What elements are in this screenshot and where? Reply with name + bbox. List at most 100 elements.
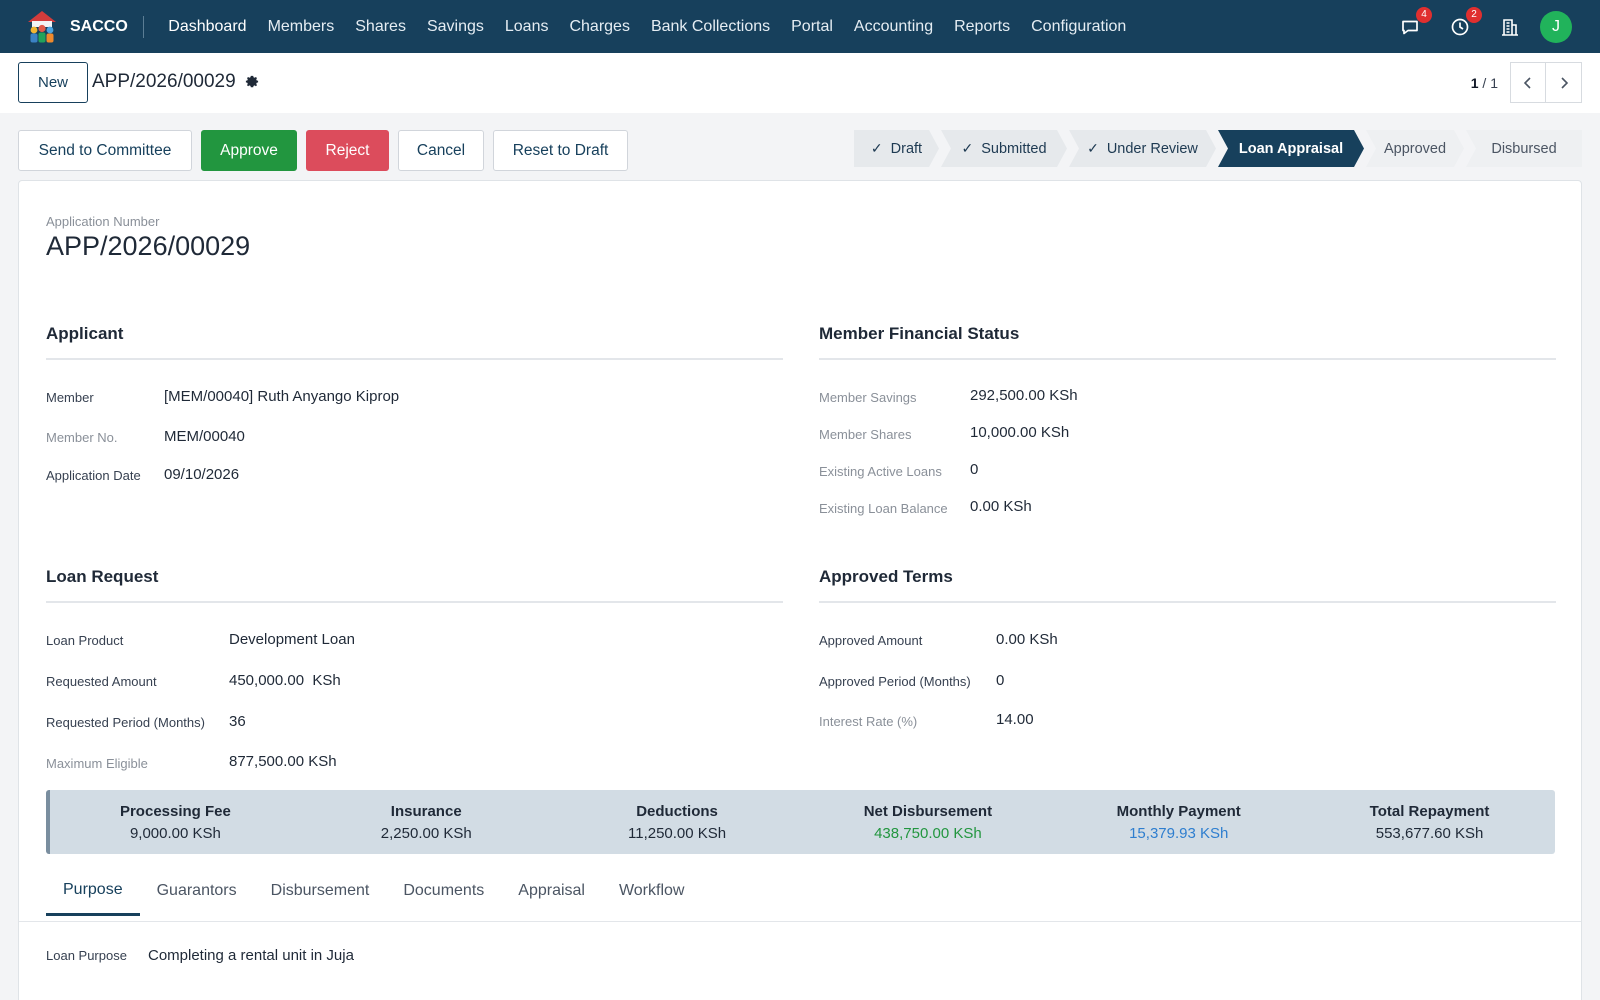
stage-draft[interactable]: ✓ Draft: [854, 130, 939, 167]
new-button[interactable]: New: [18, 62, 88, 103]
applicant-group: Applicant Member [MEM/00040] Ruth Anyang…: [46, 324, 783, 504]
member-field[interactable]: [MEM/00040] Ruth Anyango Kiprop: [164, 388, 399, 405]
loan-summary-banner: Processing Fee 9,000.00 KSh Insurance 2,…: [46, 790, 1555, 854]
summary-value: 438,750.00 KSh: [874, 824, 982, 842]
stage-disbursed[interactable]: Disbursed: [1466, 130, 1582, 167]
tab-purpose[interactable]: Purpose: [46, 866, 140, 916]
stage-submitted[interactable]: ✓ Submitted: [941, 130, 1067, 167]
stage-label: Approved: [1383, 140, 1447, 157]
summary-label: Total Repayment: [1369, 802, 1490, 820]
tab-appraisal[interactable]: Appraisal: [501, 866, 602, 916]
menu-loans[interactable]: Loans: [494, 18, 559, 36]
messages-button[interactable]: 4: [1398, 6, 1432, 39]
maximum-eligible-label: Maximum Eligible: [46, 756, 148, 771]
interest-rate-label: Interest Rate (%): [819, 714, 918, 729]
send-to-committee-button[interactable]: Send to Committee: [18, 130, 192, 171]
maximum-eligible-row: Maximum Eligible: [46, 756, 148, 771]
application-date-field[interactable]: 09/10/2026: [164, 466, 239, 483]
insurance-summary: Insurance 2,250.00 KSh: [301, 790, 552, 854]
approved-terms-group: Approved Terms Approved Amount 0.00 KSh …: [819, 567, 1556, 737]
menu-members[interactable]: Members: [257, 18, 345, 36]
gear-icon[interactable]: [244, 74, 260, 90]
stage-approved[interactable]: Approved: [1366, 130, 1464, 167]
menu-shares[interactable]: Shares: [345, 18, 417, 36]
menu-configuration[interactable]: Configuration: [1021, 18, 1137, 36]
shares-value: 10,000.00 KSh: [970, 424, 1070, 441]
loan-purpose-label: Loan Purpose: [46, 948, 127, 963]
currency-label: KSh: [312, 672, 341, 689]
requested-period-field[interactable]: 36: [229, 713, 246, 730]
reset-to-draft-button[interactable]: Reset to Draft: [493, 130, 628, 171]
pager: 1 / 1: [1471, 62, 1582, 103]
menu-savings[interactable]: Savings: [416, 18, 494, 36]
shares-label: Member Shares: [819, 427, 912, 442]
menu-dashboard[interactable]: Dashboard: [158, 18, 257, 36]
loan-purpose-field[interactable]: Completing a rental unit in Juja: [148, 947, 354, 964]
cancel-button[interactable]: Cancel: [398, 130, 484, 171]
approved-period-field[interactable]: 0: [996, 672, 1004, 689]
loan-product-row: Loan Product: [46, 633, 123, 648]
nav-right: 4 2 J: [1380, 0, 1572, 53]
application-date-label: Application Date: [46, 468, 141, 483]
loan-purpose-row: Loan Purpose Completing a rental unit in…: [46, 947, 354, 964]
approved-amount-field[interactable]: 0.00 KSh: [996, 631, 1058, 648]
breadcrumb: APP/2026/00029: [92, 71, 260, 93]
chevron-right-icon: [1560, 76, 1568, 89]
financial-status-group: Member Financial Status Member Savings 2…: [819, 324, 1556, 524]
menu-bank-collections[interactable]: Bank Collections: [640, 18, 780, 36]
menu-charges[interactable]: Charges: [559, 18, 640, 36]
reject-button[interactable]: Reject: [306, 130, 389, 171]
form-sheet: Application Number APP/2026/00029 Applic…: [18, 180, 1582, 1000]
approved-period-label: Approved Period (Months): [819, 674, 971, 689]
approved-amount-row: Approved Amount: [819, 633, 922, 648]
stage-under-review[interactable]: ✓ Under Review: [1069, 130, 1216, 167]
chevron-left-icon: [1523, 76, 1531, 89]
pager-value: 1 / 1: [1470, 74, 1498, 91]
loan-product-field[interactable]: Development Loan: [229, 631, 355, 648]
tab-workflow[interactable]: Workflow: [602, 866, 702, 916]
summary-label: Net Disbursement: [863, 802, 993, 820]
tabs-divider: [19, 921, 1581, 922]
approved-terms-title: Approved Terms: [819, 567, 1556, 603]
tab-documents[interactable]: Documents: [386, 866, 501, 916]
shares-row: Member Shares: [819, 427, 911, 442]
company-switcher[interactable]: [1498, 15, 1522, 39]
active-loans-value: 0: [970, 461, 979, 478]
activities-button[interactable]: 2: [1448, 6, 1482, 39]
menu-portal[interactable]: Portal: [781, 18, 844, 36]
menu-reports[interactable]: Reports: [944, 18, 1021, 36]
stage-loan-appraisal[interactable]: Loan Appraisal: [1218, 130, 1364, 167]
loan-balance-label: Existing Loan Balance: [819, 501, 948, 516]
tab-disbursement[interactable]: Disbursement: [254, 866, 387, 916]
requested-amount-field[interactable]: 450,000.00 KSh: [229, 672, 341, 689]
stage-label: Submitted: [981, 140, 1047, 157]
main-menu: Dashboard Members Shares Savings Loans C…: [158, 18, 1137, 36]
active-loans-label: Existing Active Loans: [819, 464, 942, 479]
user-avatar[interactable]: J: [1540, 10, 1572, 43]
interest-rate-value: 14.00: [996, 711, 1034, 728]
member-no-label: Member No.: [46, 430, 118, 445]
stage-label: Draft: [890, 140, 923, 157]
control-panel: New APP/2026/00029 1 / 1: [0, 53, 1600, 113]
loan-product-label: Loan Product: [46, 633, 124, 648]
summary-label: Insurance: [390, 802, 462, 820]
menu-accounting[interactable]: Accounting: [843, 18, 943, 36]
maximum-eligible-value: 877,500.00 KSh: [229, 753, 337, 770]
financial-status-title: Member Financial Status: [819, 324, 1556, 360]
brand[interactable]: SACCO: [24, 0, 128, 53]
monthly-payment-summary: Monthly Payment 15,379.93 KSh: [1053, 790, 1304, 854]
member-label: Member: [46, 390, 94, 405]
summary-label: Deductions: [636, 802, 718, 820]
top-navbar: SACCO Dashboard Members Shares Savings L…: [0, 0, 1600, 53]
requested-period-row: Requested Period (Months): [46, 715, 205, 730]
summary-label: Monthly Payment: [1116, 802, 1241, 820]
approve-button[interactable]: Approve: [201, 130, 297, 171]
pager-previous-button[interactable]: [1510, 62, 1546, 103]
loan-balance-value: 0.00 KSh: [970, 498, 1032, 515]
brand-name: SACCO: [70, 17, 128, 35]
pager-next-button[interactable]: [1546, 62, 1582, 103]
application-number: APP/2026/00029: [46, 231, 251, 261]
active-loans-row: Existing Active Loans: [819, 464, 942, 479]
approved-period-row: Approved Period (Months): [819, 674, 971, 689]
tab-guarantors[interactable]: Guarantors: [140, 866, 254, 916]
